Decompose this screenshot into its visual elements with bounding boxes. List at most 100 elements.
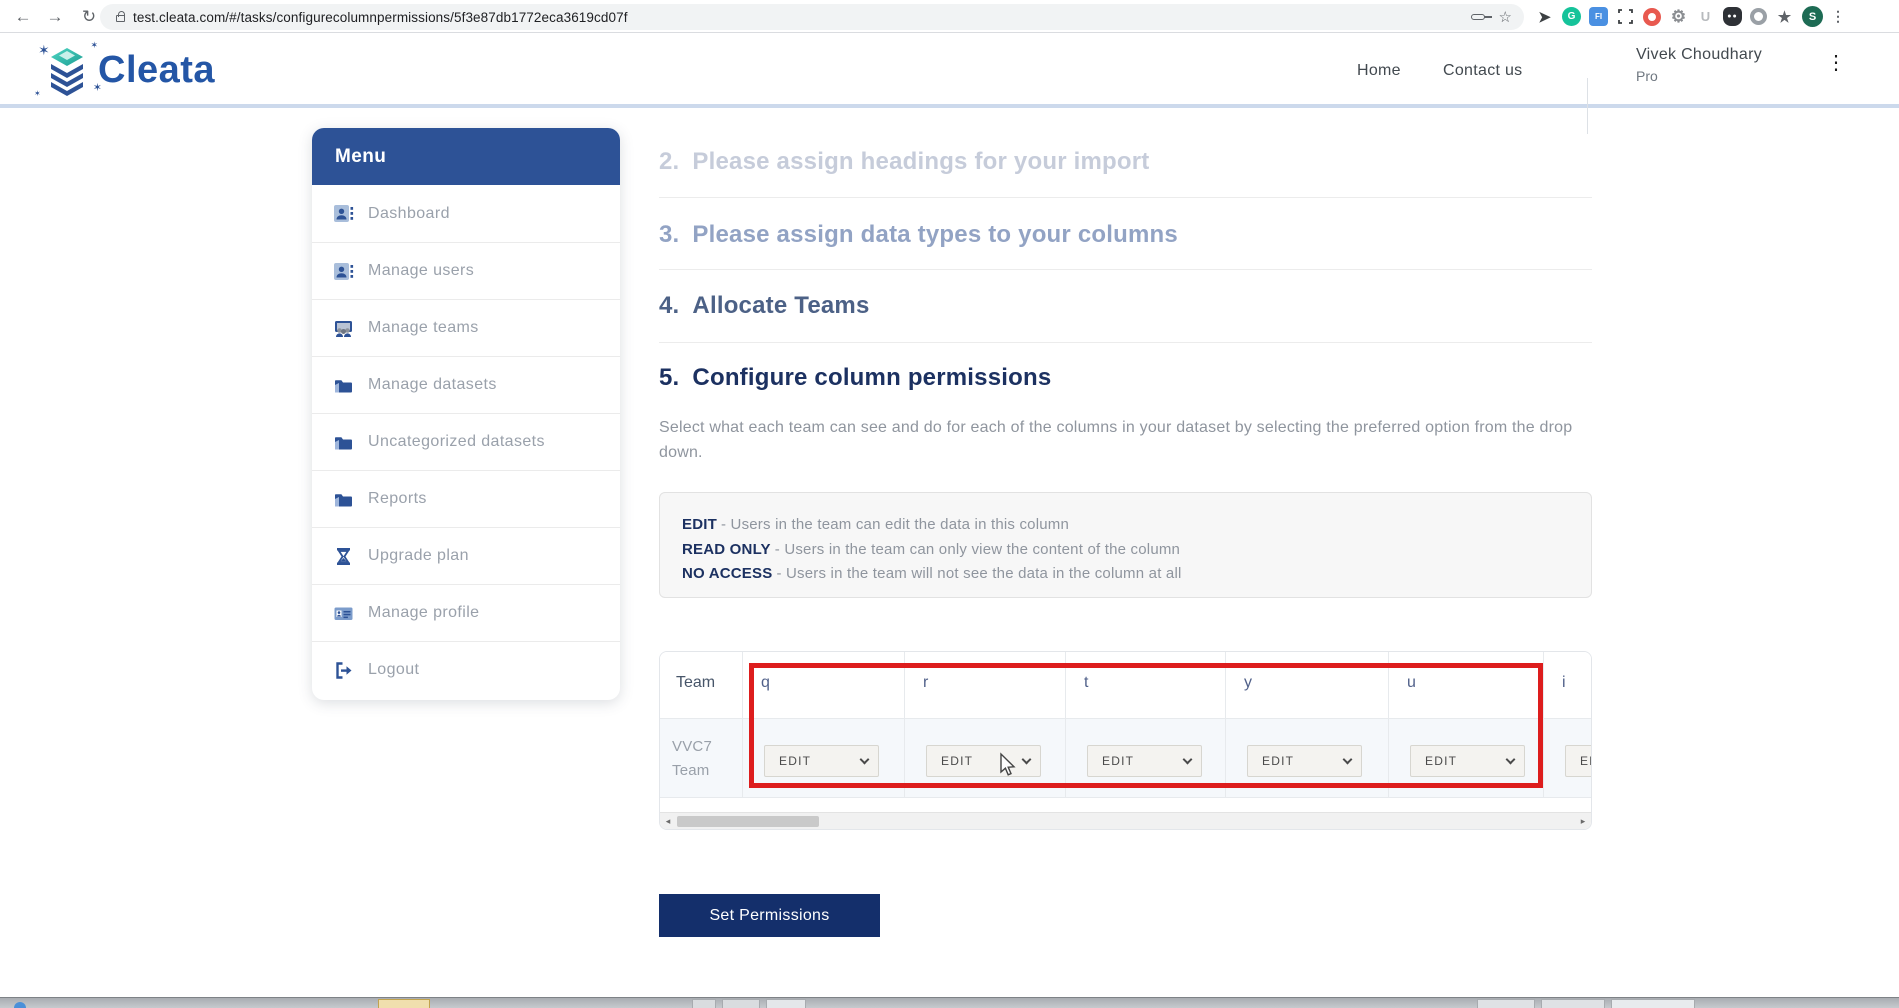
address-bar[interactable]: test.cleata.com/#/tasks/configurecolumnp… — [100, 4, 1524, 30]
extensions-puzzle-icon[interactable]: ★ — [1775, 7, 1794, 26]
extensions-row: ➤ G FI ⚙ U ●● ★ S ⋮ — [1535, 0, 1845, 33]
chevron-down-icon — [1343, 754, 1353, 764]
sidebar-item-label: Manage profile — [368, 604, 479, 622]
browser-forward-icon[interactable]: → — [40, 0, 70, 33]
permission-select-r[interactable]: EDIT — [926, 745, 1041, 777]
sidebar-item-manage-datasets[interactable]: Manage datasets — [312, 356, 620, 413]
sidebar-item-manage-users[interactable]: Manage users — [312, 242, 620, 299]
legend-no-access: NO ACCESS- Users in the team will not se… — [682, 562, 1591, 587]
sidebar-item-reports[interactable]: Reports — [312, 470, 620, 527]
browser-menu-kebab-icon[interactable]: ⋮ — [1831, 8, 1845, 25]
hourglass-icon — [333, 546, 354, 567]
section-divider — [659, 269, 1592, 270]
user-block[interactable]: Vivek Choudhary Pro — [1636, 46, 1762, 84]
lock-icon — [116, 15, 125, 22]
sidebar-item-label: Logout — [368, 661, 419, 679]
taskbar-window-button — [1541, 999, 1605, 1008]
permission-select-y[interactable]: EDIT — [1247, 745, 1362, 777]
folder-icon — [333, 432, 354, 453]
extension-gear-icon[interactable]: ⚙ — [1669, 7, 1688, 26]
cleata-logo[interactable]: ✶ ✶ ✶ ✶ Cleata — [38, 40, 215, 100]
column-header-r: r — [905, 652, 1066, 718]
step-heading-5: 5.Configure column permissions — [659, 364, 1051, 392]
user-card-icon — [333, 203, 354, 224]
sidebar-item-upgrade-plan[interactable]: Upgrade plan — [312, 527, 620, 584]
legend-edit: EDIT- Users in the team can edit the dat… — [682, 513, 1591, 538]
scroll-right-icon[interactable]: ▸ — [1575, 816, 1591, 827]
permission-cell-u: EDIT — [1389, 718, 1544, 798]
sidebar-item-manage-teams[interactable]: Manage teams — [312, 299, 620, 356]
permission-select-q[interactable]: EDIT — [764, 745, 879, 777]
column-header-q: q — [743, 652, 905, 718]
step-heading-4: 4.Allocate Teams — [659, 292, 870, 320]
taskbar-window-button — [1611, 999, 1695, 1008]
browser-back-icon[interactable]: ← — [8, 0, 38, 33]
scrollbar-thumb[interactable] — [677, 816, 819, 827]
permission-select-i[interactable]: EDIT — [1565, 745, 1592, 777]
permissions-description: Select what each team can see and do for… — [659, 415, 1599, 465]
chevron-down-icon — [1506, 754, 1516, 764]
header-kebab-icon[interactable]: ⋮ — [1826, 60, 1846, 67]
password-key-icon[interactable] — [1471, 14, 1485, 20]
permission-cell-y: EDIT — [1226, 718, 1389, 798]
taskbar-sliver — [0, 997, 1899, 1008]
url-text[interactable]: test.cleata.com/#/tasks/configurecolumnp… — [133, 10, 1463, 25]
taskbar-app-icon — [14, 1002, 26, 1008]
extension-pin-icon[interactable]: ●● — [1723, 7, 1742, 26]
extension-arrow-icon[interactable]: ➤ — [1535, 7, 1554, 26]
column-header-y: y — [1226, 652, 1389, 718]
section-divider — [659, 342, 1592, 343]
taskbar-window-button — [766, 999, 806, 1008]
extension-screenshot-icon[interactable] — [1616, 7, 1635, 26]
step-heading-2: 2.Please assign headings for your import — [659, 148, 1149, 176]
browser-toolbar: ← → ↻ test.cleata.com/#/tasks/configurec… — [0, 0, 1899, 33]
chevron-down-icon — [1022, 754, 1032, 764]
user-card-icon — [333, 261, 354, 282]
sidebar-item-manage-profile[interactable]: Manage profile — [312, 584, 620, 641]
folder-icon — [333, 489, 354, 510]
sidebar-header: Menu — [312, 128, 620, 185]
permission-cell-q: EDIT — [743, 718, 905, 798]
app-header: ✶ ✶ ✶ ✶ Cleata Home Contact us Vivek Cho… — [0, 34, 1899, 108]
sidebar-item-dashboard[interactable]: Dashboard — [312, 185, 620, 242]
extension-spiral-icon[interactable] — [1643, 8, 1661, 26]
legend-box: EDIT- Users in the team can edit the dat… — [659, 492, 1592, 598]
team-header-cell: Team — [660, 652, 743, 718]
browser-profile-avatar[interactable]: S — [1802, 6, 1823, 27]
user-plan-badge: Pro — [1636, 68, 1762, 84]
team-icon — [333, 318, 354, 339]
extension-magnet-icon[interactable]: U — [1696, 7, 1715, 26]
id-card-icon — [333, 603, 354, 624]
sidebar-item-label: Upgrade plan — [368, 547, 469, 565]
extension-circle-icon[interactable] — [1750, 8, 1767, 25]
bookmark-star-icon[interactable]: ☆ — [1499, 8, 1512, 26]
extension-grammarly-icon[interactable]: G — [1562, 7, 1581, 26]
set-permissions-button[interactable]: Set Permissions — [659, 894, 880, 937]
sparkle-icon: ✶ — [38, 42, 50, 59]
permission-cell-i: EDIT — [1544, 718, 1592, 798]
legend-read-only: READ ONLY- Users in the team can only vi… — [682, 538, 1591, 563]
nav-home[interactable]: Home — [1357, 62, 1401, 80]
sidebar-item-logout[interactable]: Logout — [312, 641, 620, 698]
taskbar-window-button — [378, 999, 430, 1008]
user-name: Vivek Choudhary — [1636, 46, 1762, 64]
column-header-u: u — [1389, 652, 1544, 718]
horizontal-scrollbar[interactable]: ◂ ▸ — [660, 812, 1591, 829]
sparkle-icon: ✶ — [34, 89, 41, 98]
chevron-down-icon — [860, 754, 870, 764]
sidebar-menu: Menu Dashboard Manage users Manage teams… — [312, 128, 620, 700]
logout-icon — [333, 660, 354, 681]
scroll-left-icon[interactable]: ◂ — [660, 816, 676, 827]
section-divider — [659, 197, 1592, 198]
sidebar-item-uncategorized-datasets[interactable]: Uncategorized datasets — [312, 413, 620, 470]
step-heading-3: 3.Please assign data types to your colum… — [659, 221, 1178, 249]
permission-select-u[interactable]: EDIT — [1410, 745, 1525, 777]
permission-select-t[interactable]: EDIT — [1087, 745, 1202, 777]
team-row-cell: VVC7 Team — [660, 718, 743, 798]
sidebar-item-label: Manage users — [368, 262, 474, 280]
permissions-table: Team q r t y u i VVC7 Team EDIT EDIT EDI… — [659, 651, 1592, 830]
sparkle-icon: ✶ — [93, 81, 102, 94]
nav-contact-us[interactable]: Contact us — [1443, 62, 1522, 80]
sparkle-icon: ✶ — [90, 40, 98, 51]
extension-fi-icon[interactable]: FI — [1589, 7, 1608, 26]
